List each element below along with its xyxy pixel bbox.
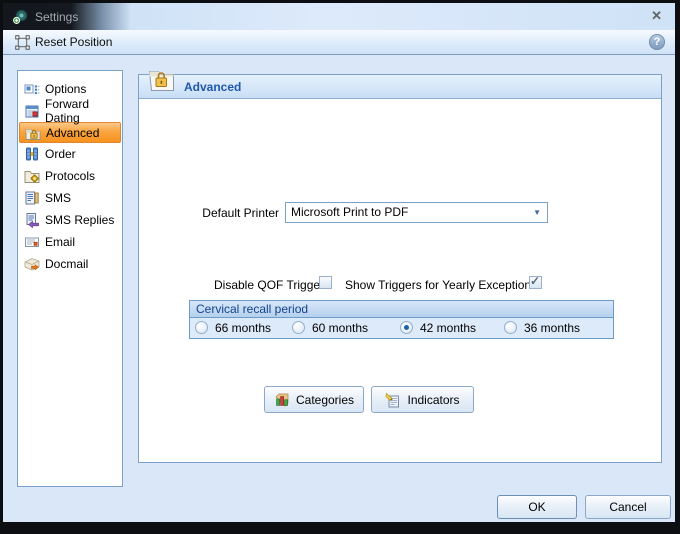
ok-label: OK [528,500,545,514]
radio-66-months-label: 66 months [215,321,271,335]
sidebar-item-forward-dating[interactable]: Forward Dating [19,100,121,122]
cervical-recall-period-title: Cervical recall period [190,301,613,318]
radio-60-months[interactable] [292,321,305,334]
sidebar-item-sms[interactable]: SMS [19,187,121,209]
client-area: Options Forward Dating [3,55,675,522]
sidebar-item-protocols[interactable]: Protocols [19,165,121,187]
radio-36-months[interactable] [504,321,517,334]
toolbar: Reset Position ? [3,30,675,55]
email-icon [24,234,40,250]
sidebar-item-label: Protocols [45,169,95,183]
sidebar-item-label: SMS [45,191,71,205]
reset-position-button[interactable]: Reset Position [10,33,117,52]
order-icon [24,146,40,162]
default-printer-label: Default Printer [139,206,279,220]
sidebar-item-label: Order [45,147,76,161]
default-printer-select[interactable]: Microsoft Print to PDF ▼ [285,202,548,223]
check-icon: ✓ [530,274,540,288]
indicators-label: Indicators [407,393,459,407]
settings-nav-list: Options Forward Dating [17,70,123,487]
close-button[interactable]: ✕ [651,8,662,24]
forward-dating-icon [24,103,40,119]
show-triggers-yearly-exceptions-label: Show Triggers for Yearly Exceptions [345,278,537,292]
categories-button[interactable]: Categories [264,386,364,413]
radio-66-months[interactable] [195,321,208,334]
indicators-button[interactable]: Indicators [371,386,474,413]
cancel-label: Cancel [609,500,646,514]
help-icon: ? [654,36,661,48]
cervical-recall-period-group: Cervical recall period 66 months 60 mont… [189,300,614,339]
radio-42-months[interactable] [400,321,413,334]
sidebar-item-label: Forward Dating [45,97,121,125]
help-button[interactable]: ? [649,34,665,50]
protocols-icon [24,168,40,184]
radio-60-months-label: 60 months [312,321,368,335]
settings-window: Settings ✕ Reset Position ? [0,0,680,534]
default-printer-value: Microsoft Print to PDF [291,205,408,219]
sidebar-item-sms-replies[interactable]: SMS Replies [19,209,121,231]
indicators-icon [385,392,401,408]
sidebar-item-docmail[interactable]: Docmail [19,253,121,275]
sidebar-item-order[interactable]: Order [19,143,121,165]
app-icon [12,9,28,25]
show-triggers-yearly-exceptions-checkbox[interactable]: ✓ [529,276,542,289]
sidebar-item-label: Advanced [46,126,99,140]
reset-position-label: Reset Position [35,35,112,49]
folder-lock-header-icon [148,68,175,92]
sidebar-item-label: SMS Replies [45,213,114,227]
sidebar-item-advanced[interactable]: Advanced [19,122,121,143]
disable-qof-triggers-label: Disable QOF Triggers [214,278,330,292]
sms-replies-icon [24,212,40,228]
radio-36-months-label: 36 months [524,321,580,335]
advanced-panel: Advanced Default Printer Microsoft Print… [138,74,662,463]
sidebar-item-email[interactable]: Email [19,231,121,253]
categories-label: Categories [296,393,354,407]
reset-position-icon [15,35,30,50]
sms-icon [24,190,40,206]
disable-qof-triggers-checkbox[interactable]: ✓ [319,276,332,289]
ok-button[interactable]: OK [497,495,577,519]
folder-lock-icon [25,125,41,141]
docmail-icon [24,256,40,272]
window-title: Settings [35,10,78,24]
cancel-button[interactable]: Cancel [585,495,671,519]
options-icon [24,81,40,97]
sidebar-item-label: Options [45,82,86,96]
title-bar: Settings ✕ [3,3,675,30]
panel-title: Advanced [184,80,241,94]
sidebar-item-label: Docmail [45,257,88,271]
radio-42-months-label: 42 months [420,321,476,335]
cervical-recall-period-options: 66 months 60 months 42 months 36 months [190,318,613,338]
categories-icon [274,392,290,408]
sidebar-item-label: Email [45,235,75,249]
chevron-down-icon: ▼ [533,208,541,218]
